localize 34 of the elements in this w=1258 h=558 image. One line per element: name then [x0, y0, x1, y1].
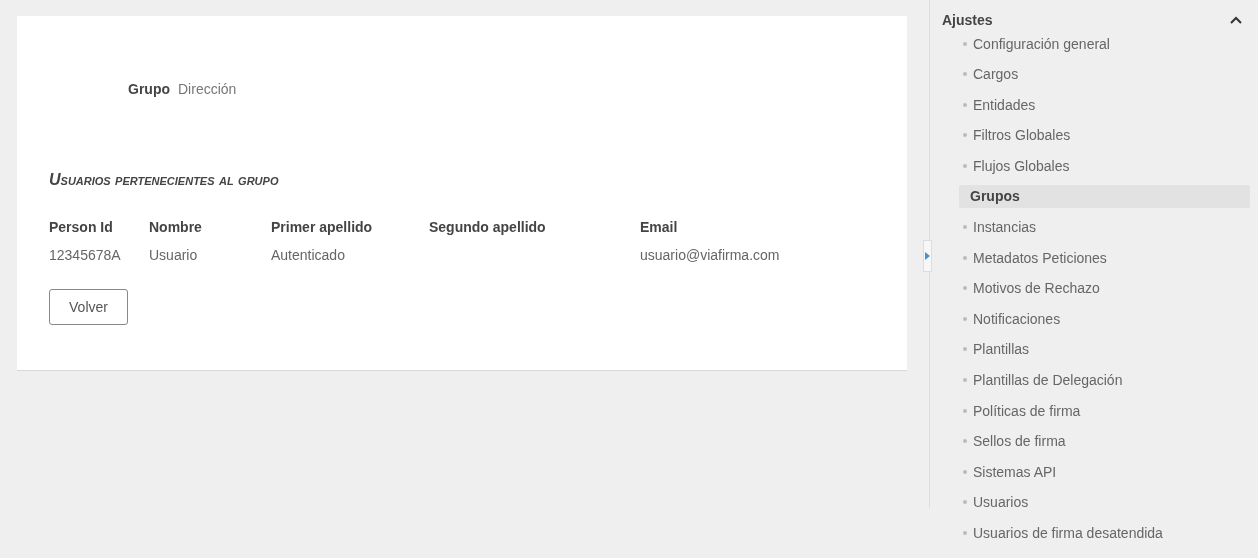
sidebar-item[interactable]: Políticas de firma [959, 399, 1250, 423]
column-header: Person Id [49, 219, 149, 247]
sidebar-item[interactable]: Filtros Globales [959, 123, 1250, 147]
column-header: Email [640, 219, 679, 237]
sidebar-item[interactable]: Usuarios de firma desatendida [959, 521, 1250, 545]
sidebar-item[interactable]: Metadatos Peticiones [959, 246, 1250, 270]
group-label: Grupo [128, 81, 170, 97]
sidebar-item[interactable]: Configuración general [959, 32, 1250, 55]
chevron-icon[interactable] [1230, 16, 1242, 24]
sidebar-item[interactable]: Plantillas de Delegación [959, 368, 1250, 392]
sidebar-item[interactable]: Usuarios [959, 490, 1250, 514]
table-cell: Usuario [149, 247, 271, 263]
table-cell: usuario@viafirma.com [640, 247, 780, 263]
table-cell-text: Autenticado [271, 247, 346, 263]
column-header: Segundo apellido [429, 219, 640, 247]
group-value: Dirección [178, 81, 237, 97]
sidebar-item[interactable]: Sistemas API [959, 460, 1250, 484]
table-cell-text: 12345678A [49, 247, 122, 263]
sidebar-item[interactable]: Instancias [959, 215, 1250, 239]
sidebar-item[interactable]: Entidades [959, 93, 1250, 117]
sidebar-item[interactable]: Sellos de firma [959, 429, 1250, 453]
sidebar-item[interactable]: Motivos de Rechazo [959, 276, 1250, 300]
sidebar-item[interactable]: Grupos [959, 184, 1250, 208]
sidebar-item[interactable]: Notificaciones [959, 307, 1250, 331]
section-header[interactable]: Ajustes [942, 12, 993, 28]
sidebar-item[interactable]: Flujos Globales [959, 154, 1250, 178]
collapse-toggle[interactable] [923, 240, 932, 272]
sidebar-item[interactable]: Plantillas [959, 337, 1250, 361]
column-header: Primer apellido [271, 219, 429, 247]
column-header: Nombre [149, 219, 271, 247]
triangle-icon [925, 252, 930, 260]
sidebar-item[interactable]: Cargos [959, 62, 1250, 86]
back-button[interactable]: Volver [49, 289, 128, 325]
section-title: Usuarios pertenecientes al grupo [49, 171, 280, 189]
